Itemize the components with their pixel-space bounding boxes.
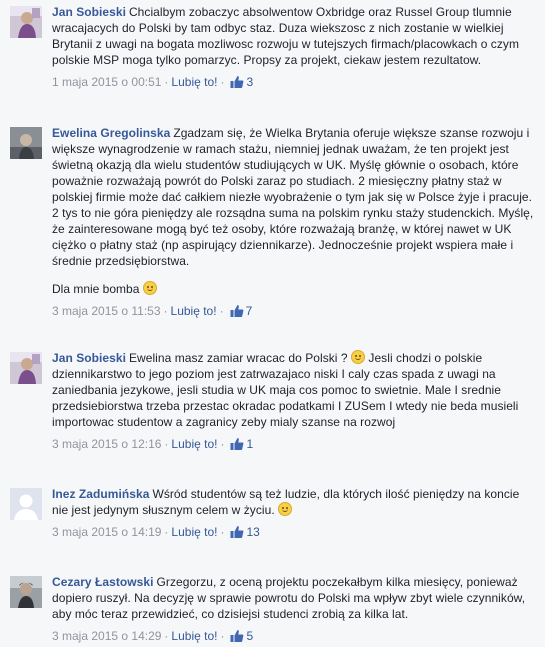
avatar[interactable]: [10, 576, 42, 608]
comment-meta: 3 maja 2015 o 14:19 · Lubię to! · 13: [52, 524, 535, 540]
like-button[interactable]: Lubię to!: [171, 525, 217, 539]
thumbs-up-icon[interactable]: [230, 437, 244, 455]
comment-thread: Jan Sobieski Chcialbym zobaczyc absolwent…: [0, 0, 545, 644]
smiley-icon: [142, 281, 157, 295]
comment-date[interactable]: 3 maja 2015 o 14:19: [52, 525, 161, 539]
comment-body-extra: Dla mnie bomba: [52, 282, 140, 296]
comment-author[interactable]: Jan Sobieski: [52, 5, 126, 19]
like-count[interactable]: 3: [246, 75, 253, 89]
separator: ·: [164, 75, 169, 89]
avatar[interactable]: [10, 488, 42, 520]
thumbs-up-icon[interactable]: [230, 75, 244, 93]
like-count[interactable]: 7: [246, 304, 253, 318]
avatar[interactable]: [10, 6, 42, 38]
like-count[interactable]: 1: [246, 437, 253, 451]
thumbs-up-icon[interactable]: [230, 304, 244, 322]
comment-meta: 1 maja 2015 o 00:51 · Lubię to! · 3: [52, 74, 535, 90]
comment-author[interactable]: Cezary Łastowski: [52, 575, 154, 589]
comment-date[interactable]: 3 maja 2015 o 11:53: [52, 304, 161, 318]
separator: ·: [220, 437, 225, 451]
comment-meta: 3 maja 2015 o 11:53 · Lubię to! · 7: [52, 303, 535, 319]
comment-author[interactable]: Jan Sobieski: [52, 351, 126, 365]
comment-text: Ewelina Gregolinska Zgadzam się, że Wielk…: [52, 125, 535, 269]
avatar[interactable]: [10, 352, 42, 384]
like-button[interactable]: Lubię to!: [171, 437, 217, 451]
comment-author[interactable]: Inez Zadumińska: [52, 487, 149, 501]
smiley-icon: [351, 350, 366, 364]
thumbs-up-icon[interactable]: [230, 525, 244, 543]
avatar[interactable]: [10, 127, 42, 159]
separator: ·: [219, 304, 224, 318]
comment-body: Ewelina masz zamiar wracac do Polski ?: [128, 351, 348, 365]
comment-extra-line: Dla mnie bomba: [52, 281, 535, 297]
comment-date[interactable]: 1 maja 2015 o 00:51: [52, 75, 161, 89]
comment-date[interactable]: 3 maja 2015 o 12:16: [52, 437, 161, 451]
like-button[interactable]: Lubię to!: [171, 75, 217, 89]
comment-text: Cezary Łastowski Grzegorzu, z oceną proje…: [52, 574, 535, 622]
comment-meta: 3 maja 2015 o 14:29 · Lubię to! · 5: [52, 628, 535, 644]
separator: ·: [220, 75, 225, 89]
comment-meta: 3 maja 2015 o 12:16 · Lubię to! · 1: [52, 436, 535, 452]
separator: ·: [163, 304, 168, 318]
comment-text: Jan Sobieski Ewelina masz zamiar wracac d…: [52, 350, 535, 430]
like-button[interactable]: Lubię to!: [171, 304, 217, 318]
separator: ·: [164, 525, 169, 539]
smiley-icon: [278, 502, 293, 516]
separator: ·: [164, 437, 169, 451]
thumbs-up-icon[interactable]: [230, 629, 244, 647]
separator: ·: [220, 525, 225, 539]
comment-body: Zgadzam się, że Wielka Brytania oferuje …: [52, 126, 534, 268]
comment-text: Inez Zadumińska Wśród studentów są też lu…: [52, 486, 535, 518]
comment-author[interactable]: Ewelina Gregolinska: [52, 126, 170, 140]
like-count[interactable]: 13: [246, 525, 259, 539]
comment-text: Jan Sobieski Chcialbym zobaczyc absolwent…: [52, 4, 535, 68]
